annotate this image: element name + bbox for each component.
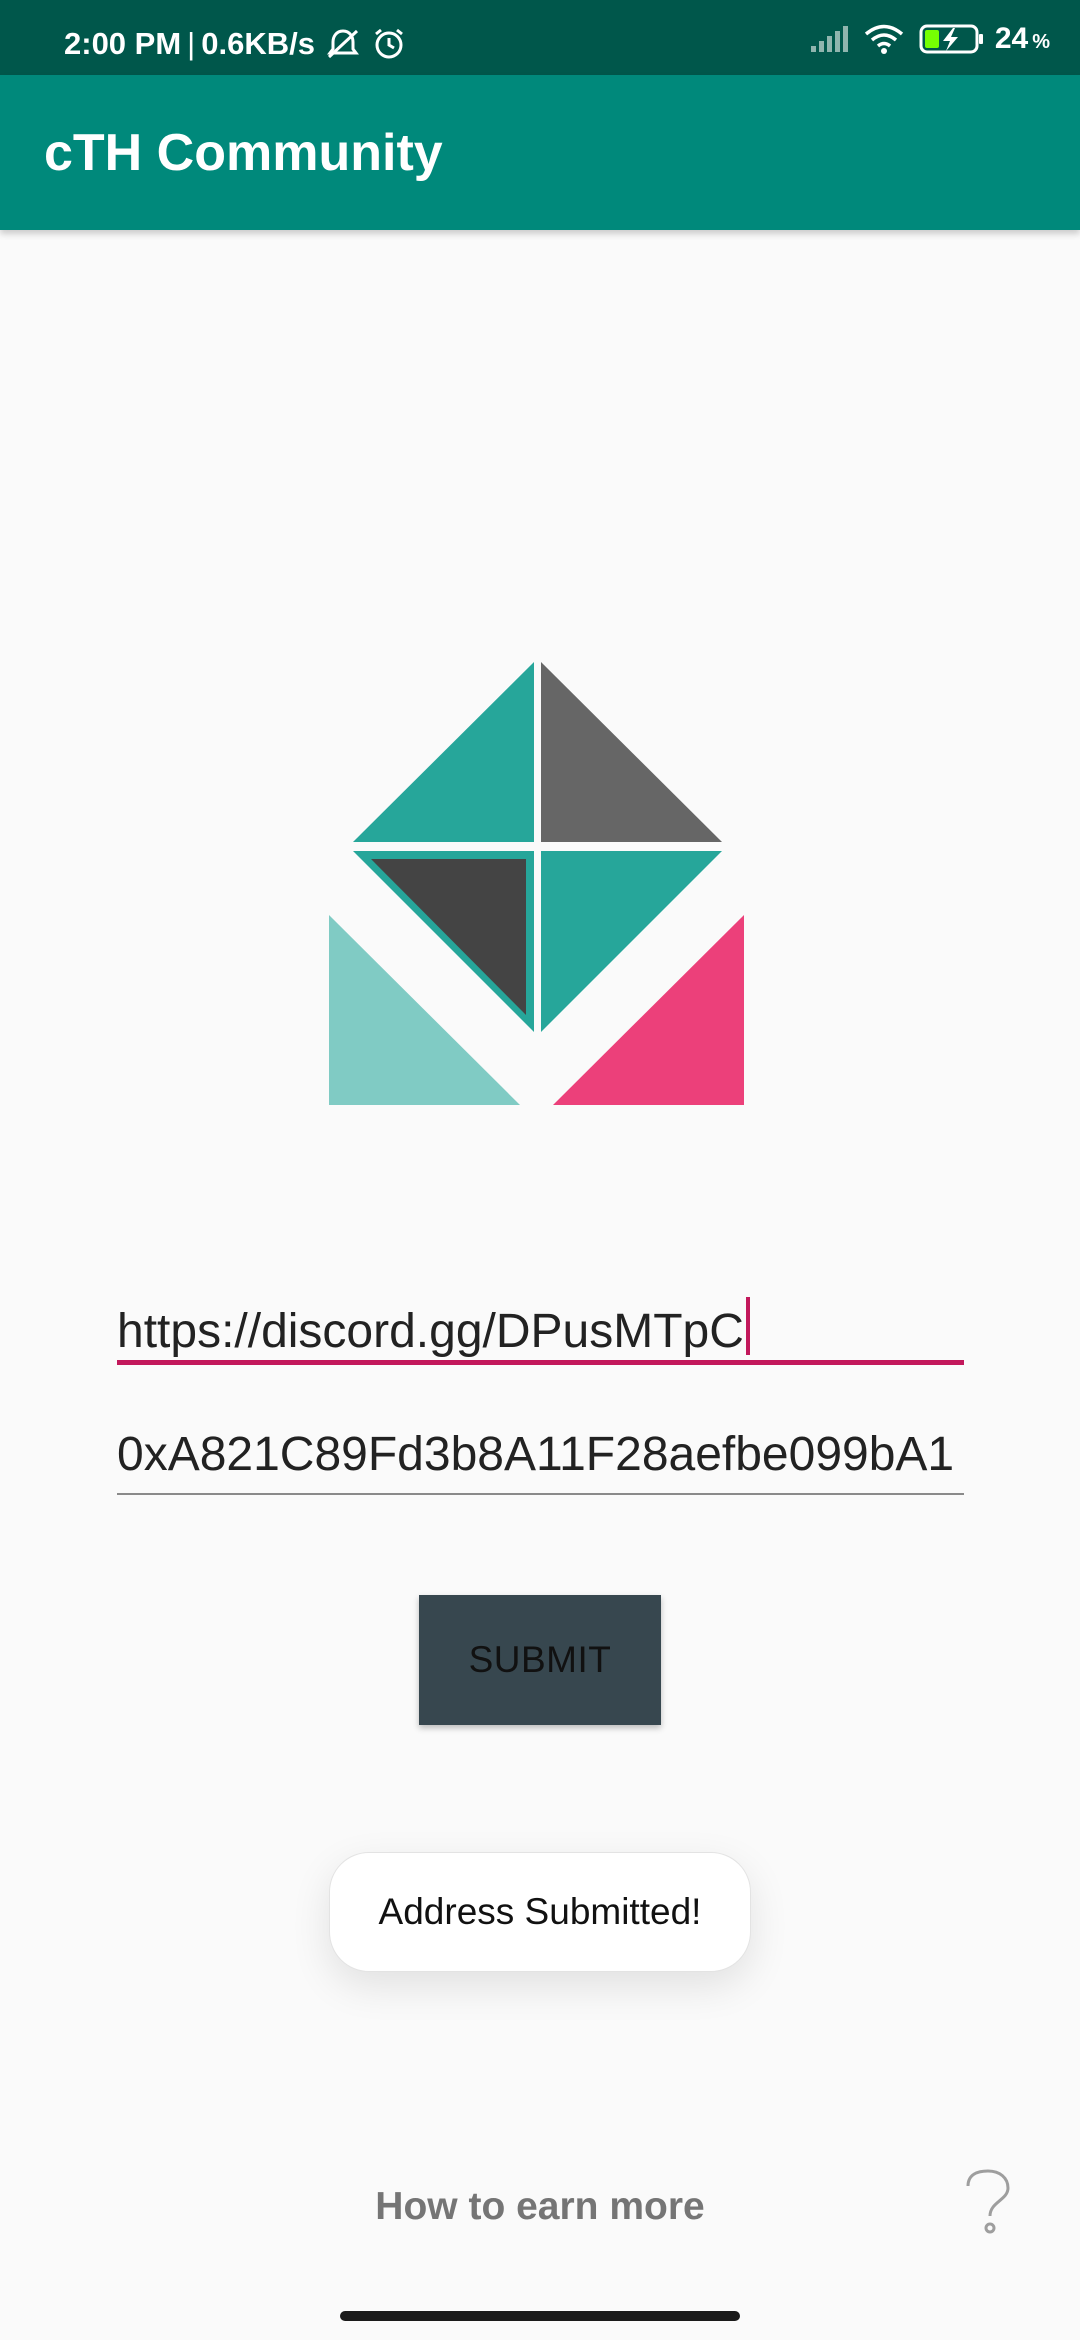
- home-indicator[interactable]: [340, 2311, 740, 2321]
- signal-icon: [810, 26, 848, 52]
- discord-link-value: https://discord.gg/DPusMTpC: [117, 1305, 744, 1358]
- app-logo: [329, 662, 744, 1105]
- battery-charging-icon: [919, 24, 983, 54]
- status-left-group: 2:00 PM | 0.6KB/s: [64, 26, 407, 62]
- battery-unit: %: [1032, 31, 1050, 53]
- network-speed: 0.6KB/s: [201, 26, 315, 61]
- discord-link-field[interactable]: https://discord.gg/DPusMTpC: [117, 1285, 964, 1365]
- app-title: cTH Community: [44, 124, 443, 182]
- logo-top-right-triangle: [541, 662, 722, 842]
- status-bar: 2:00 PM | 0.6KB/s 24 %: [0, 0, 1080, 75]
- how-to-earn-more-link[interactable]: How to earn more: [0, 2185, 1080, 2229]
- text-cursor: [745, 1297, 750, 1355]
- battery-level: 24: [994, 22, 1029, 55]
- wallet-address-value: 0xA821C89Fd3b8A11F28aefbe099bA1: [117, 1428, 955, 1481]
- app-bar: cTH Community: [0, 75, 1080, 230]
- logo-top-left-triangle: [353, 662, 534, 842]
- wifi-icon: [864, 24, 903, 54]
- status-time: 2:00 PM: [64, 26, 182, 61]
- wallet-address-underline: [117, 1493, 964, 1495]
- wallet-address-field[interactable]: 0xA821C89Fd3b8A11F28aefbe099bA1: [117, 1415, 964, 1495]
- status-right-group: 24 %: [795, 22, 1050, 56]
- discord-link-text: https://discord.gg/DPusMTpC: [117, 1297, 964, 1359]
- alarm-icon: [375, 28, 403, 59]
- status-separator: |: [187, 26, 196, 61]
- submit-button[interactable]: SUBMIT: [419, 1595, 661, 1725]
- mute-icon: [326, 29, 359, 59]
- question-mark-icon[interactable]: [962, 2168, 1014, 2236]
- toast-message: Address Submitted!: [329, 1852, 751, 1972]
- discord-link-underline: [117, 1360, 964, 1365]
